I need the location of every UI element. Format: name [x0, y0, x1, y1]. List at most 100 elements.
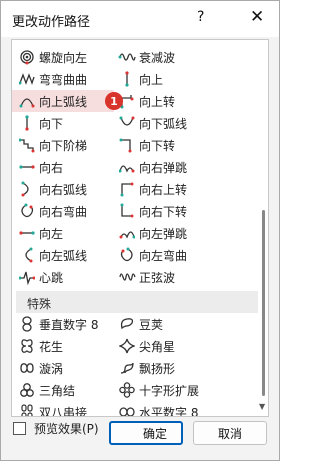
section-title: 特殊: [27, 297, 52, 311]
path-peanut[interactable]: 花生: [12, 335, 114, 357]
path-label: 向右下转: [139, 204, 188, 219]
list-row: 三角结 十字形扩展: [12, 379, 258, 401]
path-label: 向左弯曲: [139, 248, 188, 263]
path-up[interactable]: 向上: [115, 68, 258, 90]
decaying-wave-icon: [118, 48, 136, 66]
curvy-left-icon: [118, 246, 136, 264]
path-label: 向右上转: [139, 182, 188, 197]
trefoil-knot-icon: [18, 381, 36, 399]
title-bar: 更改动作路径 ? ✕: [1, 1, 279, 37]
path-plus-expand[interactable]: 十字形扩展: [115, 379, 258, 401]
list-row: 弯弯曲曲 向上: [12, 68, 258, 90]
list-row: 漩涡 飘扬形: [12, 357, 258, 379]
preview-effect-checkbox[interactable]: [13, 422, 26, 435]
path-label: 尖角星: [139, 339, 176, 354]
path-label: 双八串接: [39, 405, 88, 417]
sine-wave-icon: [118, 268, 136, 286]
turn-down-icon: [118, 136, 136, 154]
list-row: 双八串接 水平数字 8: [12, 401, 258, 417]
path-zigzag[interactable]: 弯弯曲曲: [12, 68, 114, 90]
list-row: 向下阶梯 向下转: [12, 134, 258, 156]
list-row: 向左 向左弹跳: [12, 222, 258, 244]
peanut-icon: [18, 337, 36, 355]
path-label: 向下: [39, 116, 64, 131]
scroll-down-arrow-icon[interactable]: ▼: [259, 402, 265, 411]
path-horizontal-figure-8[interactable]: 水平数字 8: [115, 401, 258, 417]
path-arc-up[interactable]: 向上弧线: [12, 90, 114, 112]
path-label: 向左: [39, 226, 64, 241]
path-spiral-left[interactable]: 螺旋向左: [12, 46, 114, 68]
path-stairs-down[interactable]: 向下阶梯: [12, 134, 114, 156]
bounce-right-icon: [118, 158, 136, 176]
path-decaying-wave[interactable]: 衰减波: [115, 46, 258, 68]
path-arc-down[interactable]: 向下弧线: [115, 112, 258, 134]
vertical-scrollbar[interactable]: ▼: [258, 40, 268, 416]
ok-button[interactable]: 确定: [109, 421, 183, 445]
path-swirl[interactable]: 漩涡: [12, 357, 114, 379]
bean-icon: [118, 315, 136, 333]
path-label: 向上弧线: [39, 94, 88, 109]
path-curvy-left[interactable]: 向左弯曲: [115, 244, 258, 266]
path-arc-right[interactable]: 向右弧线: [12, 178, 114, 200]
path-heartbeat[interactable]: 心跳: [12, 266, 114, 288]
list-row: 螺旋向左 衰减波: [12, 46, 258, 68]
figure-eight-vertical-icon: [18, 315, 36, 333]
path-flutter[interactable]: 飘扬形: [115, 357, 258, 379]
path-arc-left[interactable]: 向左弧线: [12, 244, 114, 266]
path-trefoil-knot[interactable]: 三角结: [12, 379, 114, 401]
section-header-special: 特殊: [16, 291, 258, 313]
path-label: 向右: [39, 160, 64, 175]
path-bean[interactable]: 豆荚: [115, 313, 258, 335]
path-label: 花生: [39, 339, 64, 354]
path-right[interactable]: 向右: [12, 156, 114, 178]
path-turn-down-right[interactable]: 向右下转: [115, 200, 258, 222]
path-label: 心跳: [39, 270, 64, 285]
arc-left-icon: [18, 246, 36, 264]
path-bounce-right[interactable]: 向右弹跳: [115, 156, 258, 178]
path-turn-down[interactable]: 向下转: [115, 134, 258, 156]
path-label: 向下弧线: [139, 116, 188, 131]
path-curvy-right[interactable]: 向右弯曲: [12, 200, 114, 222]
path-label: 向右弯曲: [39, 204, 88, 219]
change-motion-path-dialog: 更改动作路径 ? ✕ 螺旋向左 衰减波 弯弯曲曲 向上 向上弧线 向上转 向下 …: [0, 0, 280, 461]
swirl-icon: [18, 359, 36, 377]
motion-path-list[interactable]: 螺旋向左 衰减波 弯弯曲曲 向上 向上弧线 向上转 向下 向下弧线 向下阶梯 向…: [11, 39, 269, 417]
path-label: 漩涡: [39, 361, 64, 376]
pointed-star-icon: [118, 337, 136, 355]
flutter-icon: [118, 359, 136, 377]
path-label: 水平数字 8: [139, 405, 199, 417]
cancel-button[interactable]: 取消: [193, 421, 267, 445]
path-sine-wave[interactable]: 正弦波: [115, 266, 258, 288]
path-label: 十字形扩展: [139, 383, 200, 398]
preview-effect-label[interactable]: 预览效果(P): [34, 420, 99, 437]
turn-up-right-icon: [118, 180, 136, 198]
path-label: 向右弹跳: [139, 160, 188, 175]
close-button[interactable]: ✕: [250, 7, 264, 27]
path-down[interactable]: 向下: [12, 112, 114, 134]
scrollbar-thumb[interactable]: [262, 210, 265, 396]
path-double-eight[interactable]: 双八串接: [12, 401, 114, 417]
path-bounce-left[interactable]: 向左弹跳: [115, 222, 258, 244]
path-turn-up-right[interactable]: 向右上转: [115, 178, 258, 200]
path-turn-up[interactable]: 向上转: [115, 90, 258, 112]
path-pointed-star[interactable]: 尖角星: [115, 335, 258, 357]
path-label: 豆荚: [139, 317, 164, 332]
left-line-icon: [18, 224, 36, 242]
list-row: 向右 向右弹跳: [12, 156, 258, 178]
zigzag-icon: [18, 70, 36, 88]
double-eight-icon: [18, 403, 36, 416]
path-label: 向左弹跳: [139, 226, 188, 241]
ok-button-label: 确定: [142, 426, 167, 441]
path-vertical-figure-8[interactable]: 垂直数字 8: [12, 313, 114, 335]
step-badge-one: 1: [105, 92, 123, 110]
heartbeat-icon: [18, 268, 36, 286]
path-label: 三角结: [39, 383, 76, 398]
path-label: 弯弯曲曲: [39, 72, 88, 87]
dialog-title: 更改动作路径: [12, 15, 91, 30]
path-label: 衰减波: [139, 50, 176, 65]
figure-eight-horizontal-icon: [118, 403, 136, 416]
help-button[interactable]: ?: [197, 9, 204, 25]
arc-up-icon: [18, 92, 36, 110]
path-left[interactable]: 向左: [12, 222, 114, 244]
path-label: 向上: [139, 72, 164, 87]
